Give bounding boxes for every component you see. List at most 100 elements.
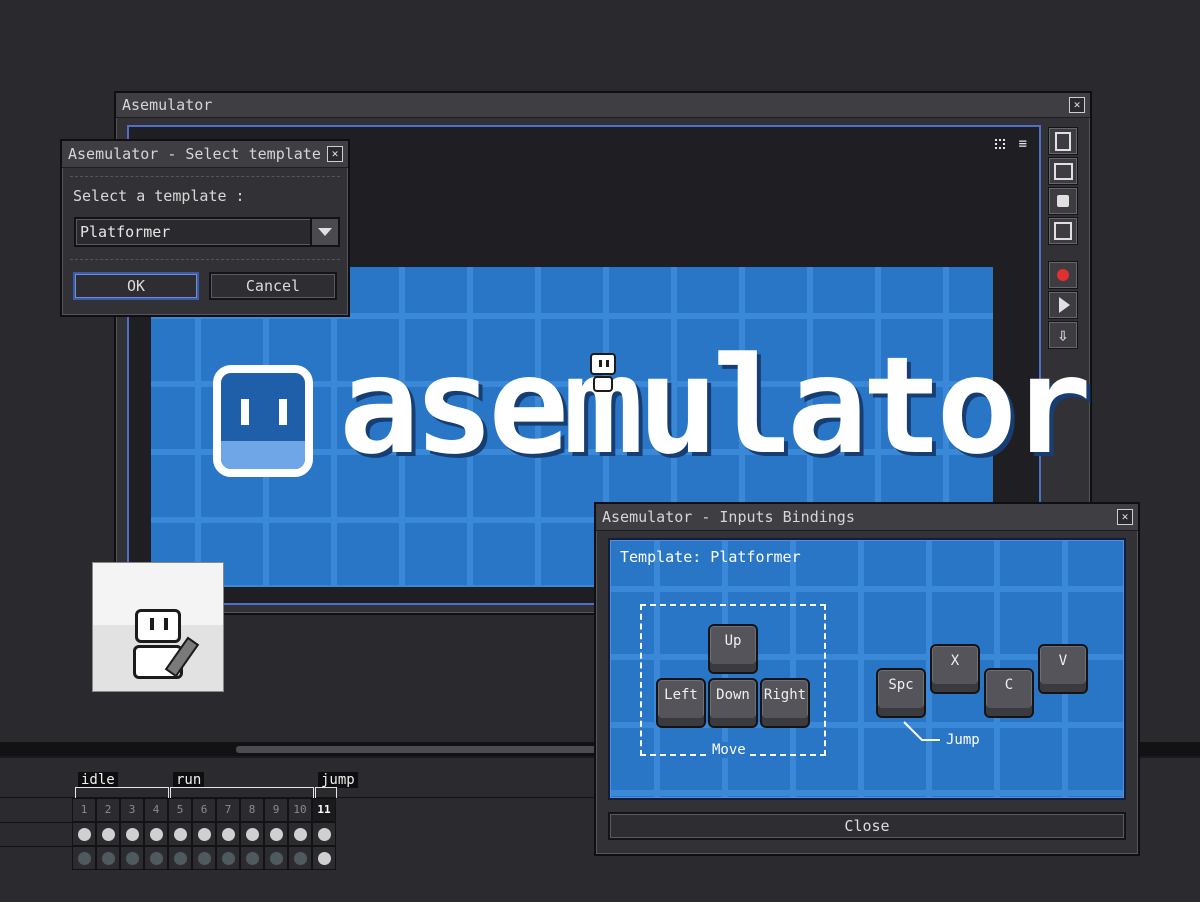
cel[interactable]	[313, 847, 336, 870]
cel[interactable]	[265, 823, 288, 846]
add-sprite-icon[interactable]	[1048, 187, 1078, 215]
cel[interactable]	[73, 823, 96, 846]
frame-header[interactable]: 1	[73, 799, 96, 822]
key-v[interactable]: V	[1038, 644, 1088, 694]
template-select-value: Platformer	[80, 223, 171, 241]
frame-header[interactable]: 2	[97, 799, 120, 822]
cel[interactable]	[145, 823, 168, 846]
select-template-close-icon[interactable]: ✕	[327, 146, 343, 162]
input-bindings-close-icon[interactable]: ✕	[1117, 509, 1133, 525]
record-icon[interactable]	[1048, 261, 1078, 289]
main-window-close-icon[interactable]: ✕	[1069, 97, 1085, 113]
download-icon[interactable]: ⇩	[1048, 321, 1078, 349]
key-x[interactable]: X	[930, 644, 980, 694]
key-spc-label: Spc	[888, 677, 914, 693]
template-prompt: Select a template :	[73, 187, 245, 205]
cel[interactable]	[289, 823, 312, 846]
frame-grid: 1 2 3 4 5 6 7 8 9 10 11	[72, 798, 336, 870]
frame-number: 6	[200, 803, 208, 816]
frame-header[interactable]: 9	[265, 799, 288, 822]
sprite-preview	[92, 562, 224, 692]
frame-number: 3	[128, 803, 136, 816]
tag-bracket-idle	[75, 787, 169, 798]
cel[interactable]	[73, 847, 96, 870]
frame-header[interactable]: 8	[241, 799, 264, 822]
close-button[interactable]: Close	[608, 812, 1126, 840]
cel[interactable]	[217, 823, 240, 846]
cel[interactable]	[193, 823, 216, 846]
bindings-panel: Template: Platformer Move Up Left Down R…	[608, 538, 1126, 800]
key-up[interactable]: Up	[708, 624, 758, 674]
frame-number: 5	[176, 803, 184, 816]
cel[interactable]	[313, 823, 336, 846]
cel[interactable]	[169, 823, 192, 846]
document-icon[interactable]	[1048, 127, 1078, 155]
key-x-label: X	[950, 653, 960, 669]
main-window-titlebar[interactable]: Asemulator	[116, 93, 1090, 118]
cel[interactable]	[97, 847, 120, 870]
cel[interactable]	[193, 847, 216, 870]
cel[interactable]	[241, 847, 264, 870]
frame-number: 4	[152, 803, 160, 816]
cel[interactable]	[145, 847, 168, 870]
timeline-scroll-thumb[interactable]	[236, 746, 600, 753]
cancel-button-label: Cancel	[245, 277, 301, 295]
frame-number: 11	[317, 803, 331, 816]
cel[interactable]	[97, 823, 120, 846]
close-button-label: Close	[844, 817, 890, 835]
key-right-label: Right	[763, 687, 807, 703]
frame-number: 1	[80, 803, 88, 816]
select-template-titlebar[interactable]: Asemulator - Select template	[62, 141, 348, 168]
tag-run[interactable]: run	[173, 772, 205, 788]
sprite-character-icon	[131, 607, 200, 687]
layout-icon[interactable]	[1048, 217, 1078, 245]
key-up-label: Up	[724, 633, 742, 649]
add-frame-icon[interactable]	[1048, 157, 1078, 185]
main-window-title: Asemulator	[122, 96, 213, 114]
move-label: Move	[708, 742, 750, 758]
fullscreen-icon[interactable]	[995, 139, 1005, 149]
input-bindings-title: Asemulator - Inputs Bindings	[602, 508, 855, 526]
frame-number: 9	[272, 803, 280, 816]
frame-header[interactable]: 11	[313, 799, 336, 822]
frame-header[interactable]: 6	[193, 799, 216, 822]
timeline-scrollbar[interactable]	[0, 742, 600, 756]
tag-idle[interactable]: idle	[78, 772, 118, 788]
timeline-row-line	[0, 822, 72, 823]
ok-button-label: OK	[126, 277, 146, 295]
timeline-scrollbar-right	[1138, 742, 1200, 756]
frame-number: 10	[293, 803, 307, 816]
cel[interactable]	[217, 847, 240, 870]
cancel-button[interactable]: Cancel	[209, 272, 337, 300]
tag-jump[interactable]: jump	[318, 772, 358, 788]
cel[interactable]	[265, 847, 288, 870]
key-down[interactable]: Down	[708, 678, 758, 728]
select-template-dialog: Asemulator - Select template ✕ Select a …	[60, 139, 350, 317]
input-bindings-titlebar[interactable]: Asemulator - Inputs Bindings	[596, 504, 1138, 531]
key-left[interactable]: Left	[656, 678, 706, 728]
menu-icon[interactable]: ≡	[1019, 137, 1027, 151]
key-right[interactable]: Right	[760, 678, 810, 728]
frame-header[interactable]: 5	[169, 799, 192, 822]
logo-text: asemulator	[339, 328, 1092, 484]
key-c[interactable]: C	[984, 668, 1034, 718]
frame-number: 2	[104, 803, 112, 816]
key-v-label: V	[1058, 653, 1068, 669]
frame-header[interactable]: 4	[145, 799, 168, 822]
input-bindings-dialog: Asemulator - Inputs Bindings ✕ Template:…	[594, 502, 1140, 856]
ok-button[interactable]: OK	[73, 272, 199, 300]
cel[interactable]	[121, 823, 144, 846]
play-icon[interactable]	[1048, 291, 1078, 319]
chevron-down-icon[interactable]	[310, 219, 338, 245]
cel[interactable]	[169, 847, 192, 870]
character-sprite	[589, 353, 617, 399]
frame-number: 7	[224, 803, 232, 816]
cel[interactable]	[289, 847, 312, 870]
cel[interactable]	[241, 823, 264, 846]
frame-header[interactable]: 3	[121, 799, 144, 822]
template-select[interactable]: Platformer	[74, 217, 340, 247]
cel[interactable]	[121, 847, 144, 870]
key-spc[interactable]: Spc	[876, 668, 926, 718]
frame-header[interactable]: 10	[289, 799, 312, 822]
frame-header[interactable]: 7	[217, 799, 240, 822]
